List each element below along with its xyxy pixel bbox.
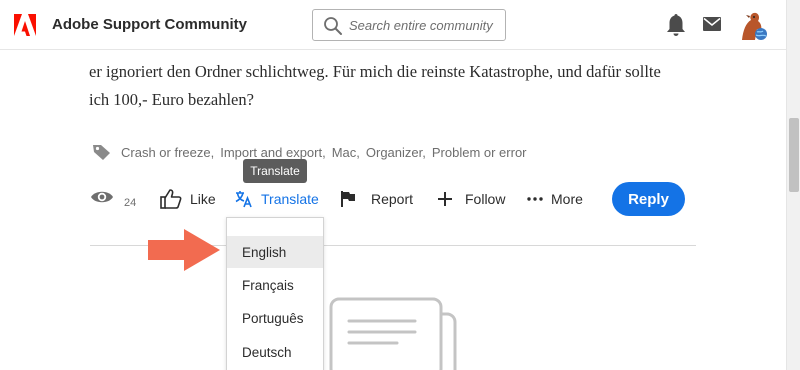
- pointer-arrow-icon: [148, 229, 220, 271]
- tag-link[interactable]: Mac,: [332, 145, 360, 160]
- notification-bell-icon[interactable]: [665, 13, 687, 37]
- avatar-image-icon: [737, 10, 769, 42]
- plus-icon: [438, 192, 452, 206]
- brand-title[interactable]: Adobe Support Community: [52, 16, 247, 33]
- post-body: er ignoriert den Ordner schlichtweg. Für…: [89, 58, 709, 114]
- like-button[interactable]: Like: [160, 184, 216, 214]
- search-icon: [324, 17, 342, 35]
- tag-link[interactable]: Organizer,: [366, 145, 426, 160]
- tag-link[interactable]: Problem or error: [432, 145, 527, 160]
- language-option-deutsch[interactable]: Deutsch: [227, 336, 323, 368]
- more-label: More: [551, 191, 583, 207]
- follow-label: Follow: [465, 191, 506, 207]
- tag-list: Crash or freeze, Import and export, Mac,…: [92, 142, 533, 162]
- mail-icon[interactable]: [703, 17, 721, 31]
- post-line: er ignoriert den Ordner schlichtweg. Für…: [89, 62, 661, 81]
- page-scrollbar[interactable]: [786, 0, 800, 370]
- language-option-francais[interactable]: Français: [227, 269, 323, 301]
- eye-icon: [91, 191, 113, 203]
- report-button[interactable]: Report: [339, 184, 413, 214]
- adobe-logo-icon[interactable]: [14, 14, 36, 36]
- language-option-english[interactable]: English: [227, 236, 323, 268]
- translate-icon: [235, 191, 252, 208]
- scrollbar-thumb[interactable]: [789, 118, 799, 192]
- user-avatar[interactable]: [737, 10, 769, 42]
- follow-button[interactable]: Follow: [438, 184, 505, 214]
- translate-label: Translate: [261, 191, 319, 207]
- post-text-cut-line: [89, 36, 529, 50]
- reply-button[interactable]: Reply: [612, 182, 685, 216]
- ellipsis-icon: [527, 197, 543, 201]
- flag-icon: [341, 191, 355, 207]
- tag-icon: [93, 145, 110, 160]
- view-count: 24: [124, 197, 137, 209]
- tag-link[interactable]: Crash or freeze,: [121, 145, 214, 160]
- translate-language-menu: English Français Português Deutsch: [226, 217, 324, 370]
- report-label: Report: [371, 191, 414, 207]
- tag-link[interactable]: Import and export,: [220, 145, 326, 160]
- translate-button[interactable]: Translate: [235, 184, 319, 214]
- language-option-portugues[interactable]: Português: [227, 302, 323, 334]
- like-label: Like: [190, 191, 216, 207]
- translate-tooltip: Translate: [243, 159, 307, 183]
- chat-bubbles-illustration-icon: [329, 297, 457, 370]
- thumbs-up-icon: [160, 189, 182, 209]
- post-line: ich 100,- Euro bezahlen?: [89, 90, 254, 109]
- more-button[interactable]: More: [527, 184, 583, 214]
